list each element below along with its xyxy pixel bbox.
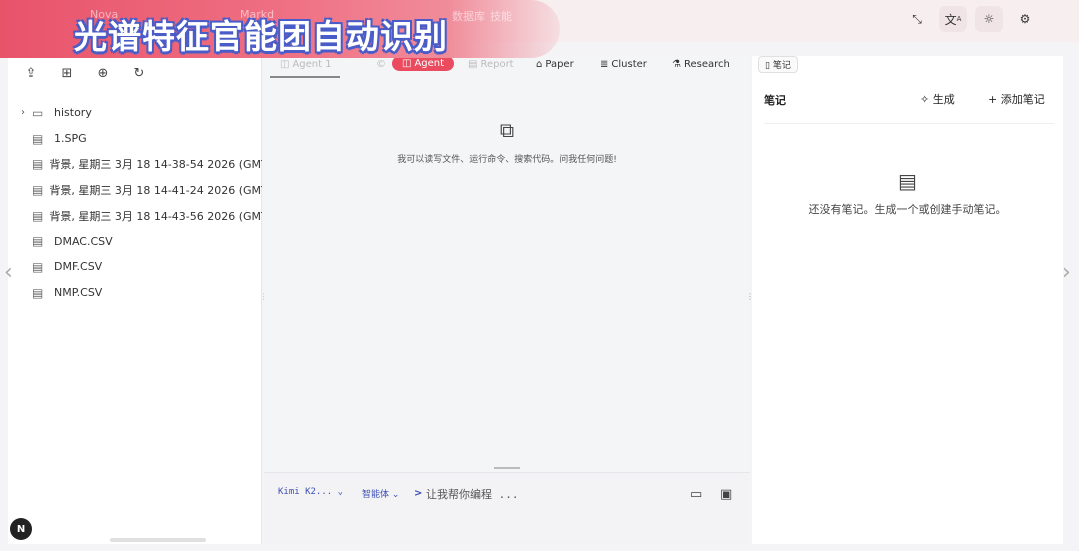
file-icon: ▤	[32, 182, 44, 197]
new-file-icon[interactable]: ⊞	[58, 64, 76, 82]
add-note-label: 添加笔记	[1000, 93, 1045, 106]
agent-tabs: ◫ Agent 1 © ◫ Agent ▤ Report ⌂ Paper ≣ C…	[264, 56, 750, 78]
explorer-toolbar: ⇪ ⊞ ⊕ ↻	[22, 64, 148, 82]
tree-file[interactable]: ▤ DMF.CSV	[14, 254, 262, 280]
sparkle-icon: ✧	[920, 93, 933, 106]
tab-report[interactable]: ▤ Report	[468, 59, 514, 70]
gear-icon[interactable]: ⚙	[1011, 6, 1039, 32]
tab-agent[interactable]: ◫ Agent	[392, 56, 455, 71]
folder-icon[interactable]: ▭	[690, 487, 702, 502]
plus-icon: +	[988, 93, 1001, 106]
graduation-cap-icon: ⌂	[536, 59, 543, 70]
tree-item-label: 1.SPG	[54, 132, 87, 146]
top-icon-group: ⤡ 文A ☼ ⚙	[903, 6, 1039, 32]
tree-file[interactable]: ▤ 1.SPG	[14, 126, 262, 152]
tree-file[interactable]: ▤ DMAC.CSV	[14, 228, 262, 254]
file-explorer-panel: ⇪ ⊞ ⊕ ↻ › ▭ history ▤ 1.SPG ▤ 背景, 星期三 3月…	[8, 56, 262, 544]
input-resize-handle[interactable]	[494, 467, 520, 469]
app-badge[interactable]: N	[10, 518, 32, 540]
file-icon: ▯	[765, 61, 773, 71]
tab-agent-1[interactable]: ◫ Agent 1	[280, 59, 332, 70]
refresh-icon[interactable]: ↻	[130, 64, 148, 82]
divider	[764, 123, 1054, 124]
notes-panel: ▯ 笔记 笔记 ✧ 生成 + 添加笔记 ▤ 还没有笔记。生成一个或创建手动笔记。	[752, 56, 1063, 544]
chevron-down-icon: ⌄	[337, 487, 344, 497]
tree-file[interactable]: ▤ 背景, 星期三 3月 18 14-43-56 2026 (GMT+0	[14, 203, 262, 229]
agent-panel: ◫ Agent 1 © ◫ Agent ▤ Report ⌂ Paper ≣ C…	[264, 56, 750, 544]
robot-icon: ◫	[402, 58, 412, 69]
tab-label: 笔记	[772, 61, 791, 71]
model-selector[interactable]: Kimi K2... ⌄	[278, 487, 343, 497]
tab-research[interactable]: ⚗ Research	[672, 59, 730, 70]
add-note-button[interactable]: + 添加笔记	[988, 91, 1045, 107]
tab-label: Agent 1	[292, 59, 332, 70]
tab-notes[interactable]: ▯ 笔记	[758, 56, 798, 73]
generate-button[interactable]: ✧ 生成	[920, 91, 955, 107]
mode-label: 智能体	[362, 490, 390, 500]
tree-item-label: DMF.CSV	[54, 260, 103, 274]
tab-label: Paper	[545, 59, 574, 70]
sun-icon[interactable]: ☼	[975, 6, 1003, 32]
shrink-icon[interactable]: ⤡	[903, 6, 931, 32]
chevron-right-icon[interactable]: ›	[1062, 260, 1071, 285]
cluster-icon: ≣	[600, 59, 609, 70]
upload-icon[interactable]: ⇪	[22, 64, 40, 82]
tab-cluster[interactable]: ≣ Cluster	[600, 59, 647, 70]
agent-hint: 我可以读写文件、运行命令、搜索代码。问我任何问题!	[397, 155, 617, 165]
file-icon: ▤	[32, 157, 44, 172]
file-icon: ▤	[32, 285, 44, 300]
file-tree: › ▭ history ▤ 1.SPG ▤ 背景, 星期三 3月 18 14-3…	[14, 100, 262, 306]
prompt-bar: Kimi K2... ⌄ 智能体 ⌄ > ▭ ▣	[264, 472, 750, 544]
chevron-left-icon[interactable]: ‹	[4, 260, 13, 285]
banner-title: 光谱特征官能团自动识别	[74, 17, 448, 56]
image-icon[interactable]: ▣	[720, 487, 732, 502]
notes-empty-state: ▤ 还没有笔记。生成一个或创建手动笔记。	[752, 169, 1063, 217]
prompt-caret: >	[414, 488, 423, 499]
notes-hint: 还没有笔记。生成一个或创建手动笔记。	[808, 203, 1007, 216]
tree-item-label: 背景, 星期三 3月 18 14-41-24 2026 (GMT-0	[49, 183, 262, 197]
tree-folder-history[interactable]: › ▭ history	[14, 100, 262, 126]
scrollbar[interactable]	[110, 538, 206, 542]
tree-file[interactable]: ▤ 背景, 星期三 3月 18 14-38-54 2026 (GMT+0	[14, 151, 262, 177]
report-icon: ▤	[468, 59, 478, 70]
tab-label: Report	[480, 59, 514, 70]
file-icon: ▤	[32, 208, 44, 223]
tab-underline	[270, 76, 340, 78]
robot-icon: ◫	[280, 59, 290, 70]
generate-label: 生成	[932, 93, 955, 106]
tree-file[interactable]: ▤ 背景, 星期三 3月 18 14-41-24 2026 (GMT-0	[14, 177, 262, 203]
tab-paper[interactable]: ⌂ Paper	[536, 59, 574, 70]
tab-label: Agent	[414, 58, 445, 69]
translate-icon[interactable]: 文A	[939, 6, 967, 32]
tree-file[interactable]: ▤ NMP.CSV	[14, 280, 262, 306]
flask-icon: ⚗	[672, 59, 681, 70]
model-label: Kimi K2...	[278, 487, 333, 497]
new-folder-icon[interactable]: ⊕	[94, 64, 112, 82]
banner-faint-text: 技能	[490, 10, 512, 23]
tree-item-label: DMAC.CSV	[54, 234, 113, 248]
notes-title: 笔记	[764, 94, 786, 107]
robot-icon: ⧉	[499, 118, 515, 142]
tab-close-icon[interactable]: ©	[376, 59, 386, 70]
tab-label: Cluster	[611, 59, 647, 70]
tree-item-label: 背景, 星期三 3月 18 14-43-56 2026 (GMT+0	[49, 209, 262, 223]
tree-item-label: history	[54, 106, 92, 120]
tree-item-label: 背景, 星期三 3月 18 14-38-54 2026 (GMT+0	[49, 158, 262, 172]
file-icon: ▤	[32, 131, 44, 146]
chevron-right-icon[interactable]: ›	[14, 107, 32, 118]
folder-icon: ▭	[32, 105, 44, 120]
file-icon: ▤	[32, 234, 44, 249]
agent-empty-state: ⧉ 我可以读写文件、运行命令、搜索代码。问我任何问题!	[264, 118, 750, 165]
banner-faint-text: 数据库	[452, 10, 485, 23]
tab-label: Research	[683, 59, 730, 70]
prompt-input[interactable]	[426, 485, 666, 503]
document-icon: ▤	[898, 169, 917, 193]
chevron-down-icon: ⌄	[391, 490, 400, 500]
tree-item-label: NMP.CSV	[54, 286, 103, 300]
file-icon: ▤	[32, 259, 44, 274]
mode-selector[interactable]: 智能体 ⌄	[362, 487, 399, 500]
